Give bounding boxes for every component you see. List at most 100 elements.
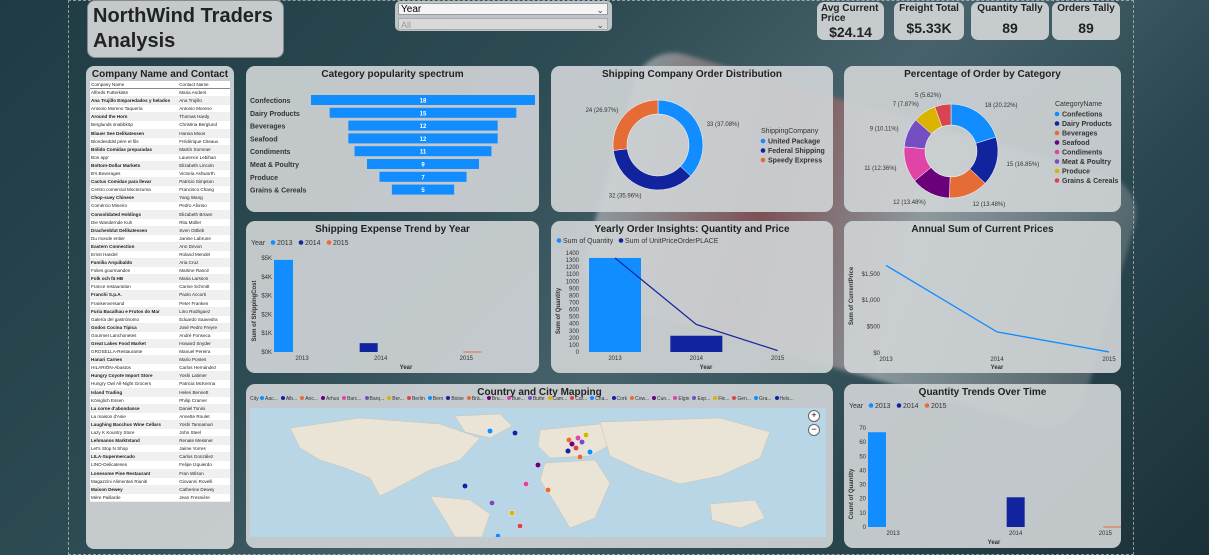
table-row[interactable]: LINO-Delicateses Felipe Izquierdo xyxy=(90,460,230,470)
map-legend-item[interactable]: Hels... xyxy=(774,396,794,402)
map-legend-item[interactable]: Ber... xyxy=(387,396,404,402)
table-row[interactable]: Lazy K Kountry Store John Steel xyxy=(90,428,230,438)
table-row[interactable]: Folies gourmandes Martine Rancé xyxy=(90,266,230,276)
year-value-dropdown[interactable]: All ⌄ xyxy=(398,18,608,30)
table-row[interactable]: Du monde entier Janine Labrune xyxy=(90,234,230,243)
map-legend-item[interactable]: Barc... xyxy=(342,396,362,402)
panel-pct-by-category[interactable]: Percentage of Order by Category 18 (20.2… xyxy=(844,66,1121,212)
table-row[interactable]: Chop-suey Chinese Yang Wang xyxy=(90,193,230,203)
table-row[interactable]: La corne d'abondance Daniel Tonini xyxy=(90,404,230,413)
table-row[interactable]: Hanari Carnes Mario Pontes xyxy=(90,355,230,365)
table-row[interactable]: Around the Horn Thomas Hardy xyxy=(90,112,230,122)
world-map[interactable]: + − xyxy=(250,408,826,537)
table-row[interactable]: Maison Dewey Catherine Dewey xyxy=(90,485,230,494)
table-row[interactable]: Hungry Owl All-Night Grocers Patricia McK… xyxy=(90,379,230,389)
table-row[interactable]: Mère Paillarde Jean Fresnière xyxy=(90,493,230,502)
table-row[interactable]: Magazzini Alimentari Riuniti Giovanni Rov… xyxy=(90,477,230,486)
map-legend-item[interactable]: Boise xyxy=(446,396,464,402)
map-legend-item[interactable]: Butte xyxy=(527,396,545,402)
table-row[interactable]: Consolidated Holdings Elizabeth Brown xyxy=(90,210,230,219)
table-row[interactable]: Berglunds snabbköp Christina Berglund xyxy=(90,120,230,130)
table-row[interactable]: Comércio Mineiro Pedro Afonso xyxy=(90,201,230,211)
table-row[interactable]: Franchi S.p.A. Paolo Accorti xyxy=(90,290,230,300)
map-legend-item[interactable]: Cun... xyxy=(652,396,670,402)
table-row[interactable]: Ana Trujillo Emparedados y helados Ana Tr… xyxy=(90,96,230,106)
table-row[interactable]: HILARIÓN-Abastos Carlos Hernández xyxy=(90,363,230,373)
map-legend-item[interactable]: Bern xyxy=(427,396,443,402)
table-row[interactable]: Bon app' Laurence Lebihan xyxy=(90,153,230,162)
table-row[interactable]: Bólido Comidas preparadas Martín Sommer xyxy=(90,145,230,154)
panel-shipping-distribution[interactable]: Shipping Company Order Distribution 33 (… xyxy=(551,66,833,212)
map-legend-item[interactable]: Cow... xyxy=(630,396,649,402)
table-row[interactable]: Great Lakes Food Market Howard Snyder xyxy=(90,339,230,349)
table-row[interactable]: Familia Arquibaldo Aria Cruz xyxy=(90,258,230,268)
table-row[interactable]: GROSELLA-Restaurante Manuel Pereira xyxy=(90,347,230,357)
table-row[interactable]: Eastern Connection Ann Devon xyxy=(90,242,230,251)
map-legend-item[interactable]: Cam... xyxy=(547,396,567,402)
table-row[interactable]: Island Trading Helen Bennett xyxy=(90,388,230,397)
table-row[interactable]: Cactus Comidas para llevar Patricio Simps… xyxy=(90,177,230,187)
table-row[interactable]: Lehmanns Marktstand Renate Messner xyxy=(90,436,230,446)
chevron-down-icon[interactable]: ⌄ xyxy=(596,4,604,16)
table-row[interactable]: Galería del gastrónomo Eduardo Saavedra xyxy=(90,315,230,324)
legend-item-label: Condiments xyxy=(1062,150,1103,157)
map-legend-item[interactable]: Bue... xyxy=(506,396,525,402)
zoom-in-icon[interactable]: + xyxy=(808,410,820,422)
map-legend-item[interactable]: Anc... xyxy=(300,396,318,402)
column-header-company[interactable]: Company Name xyxy=(90,81,179,90)
table-row[interactable]: Ernst Handel Roland Mendel xyxy=(90,250,230,260)
table-row[interactable]: Centro comercial Moctezuma Francisco Chan… xyxy=(90,185,230,195)
map-legend-item[interactable]: Elgin xyxy=(673,396,689,402)
table-row[interactable]: Antonio Moreno Taquería Antonio Moreno xyxy=(90,104,230,114)
column-header-contact[interactable]: Contact Name xyxy=(178,81,230,90)
panel-yearly-insights[interactable]: Yearly Order Insights: Quantity and Pric… xyxy=(551,221,833,373)
map-legend-item[interactable]: Brä... xyxy=(466,396,484,402)
map-legend-item[interactable]: Berlin xyxy=(406,396,425,402)
panel-category-popularity[interactable]: Category popularity spectrum Confections… xyxy=(246,66,539,212)
table-row[interactable]: Alfreds Futterkiste Maria Anders xyxy=(90,88,230,98)
table-row[interactable]: Drachenblut Delikatessen Sven Ottlieb xyxy=(90,226,230,235)
table-row[interactable]: Hungry Coyote Import Store Yoshi Latimer xyxy=(90,371,230,381)
year-slicer[interactable]: Year ⌄ All ⌄ xyxy=(395,1,612,31)
year-dropdown[interactable]: Year ⌄ xyxy=(398,3,608,15)
panel-shipping-expense[interactable]: Shipping Expense Trend by Year Year 2013 2… xyxy=(246,221,539,373)
map-legend-item[interactable]: Árhus xyxy=(321,396,339,402)
table-row[interactable]: Laughing Bacchus Wine Cellars Yoshi Tanna… xyxy=(90,420,230,430)
map-legend-item[interactable]: Gra... xyxy=(754,396,772,402)
company-contact-table[interactable]: Company Name and Contact Company Name Co… xyxy=(86,66,234,549)
map-legend-item[interactable]: Car... xyxy=(570,396,587,402)
map-legend-item[interactable]: Fle... xyxy=(713,396,729,402)
panel-annual-prices[interactable]: Annual Sum of Current Prices $0 $500 $1,00… xyxy=(844,221,1121,373)
map-legend-item[interactable]: Esp... xyxy=(692,396,710,402)
table-row[interactable]: France restauration Carine Schmitt xyxy=(90,282,230,292)
chevron-down-icon[interactable]: ⌄ xyxy=(596,19,604,31)
table-row[interactable]: B's Beverages Victoria Ashworth xyxy=(90,169,230,179)
table-row[interactable]: Frankenversand Peter Franken xyxy=(90,299,230,308)
table-row[interactable]: Blondesddsl père et fils Frédérique Citea… xyxy=(90,137,230,146)
table-row[interactable]: Godos Cocina Típica José Pedro Freyre xyxy=(90,323,230,332)
table-row[interactable]: Königlich Essen Philip Cramer xyxy=(90,396,230,405)
table-row[interactable]: Furia Bacalhau e Frutos do Mar Lino Rodri… xyxy=(90,307,230,316)
table-row[interactable]: La maison d'Asie Annette Roulet xyxy=(90,412,230,421)
map-legend-item[interactable]: Bru... xyxy=(486,396,504,402)
table-row[interactable]: Die Wandernde Kuh Rita Müller xyxy=(90,218,230,227)
panel-quantity-trends[interactable]: Quantity Trends Over Time Year 2013 2014 20… xyxy=(844,384,1121,548)
zoom-out-icon[interactable]: − xyxy=(808,424,820,436)
table-row[interactable]: LILA-Supermercado Carlos González xyxy=(90,452,230,462)
table-row[interactable]: Blauer See Delikatessen Hanna Moos xyxy=(90,129,230,138)
map-legend-item[interactable]: Aac... xyxy=(260,396,278,402)
map-legend-item[interactable]: Gen... xyxy=(732,396,751,402)
map-city-bubble xyxy=(461,482,469,490)
table-row[interactable]: Gourmet Lanchonetes André Fonseca xyxy=(90,331,230,341)
map-legend-item[interactable]: Cork xyxy=(611,396,627,402)
company-name-cell: Godos Cocina Típica xyxy=(90,323,179,332)
table-row[interactable]: Let's Stop N Shop Jaime Yorres xyxy=(90,444,230,454)
table-row[interactable]: Lonesome Pine Restaurant Fran Wilson xyxy=(90,469,230,478)
table-row[interactable]: Folk och fä HB Maria Larsson xyxy=(90,274,230,284)
map-legend-item[interactable]: Barq... xyxy=(364,396,384,402)
table-row[interactable]: Bottom-Dollar Markets Elizabeth Lincoln xyxy=(90,161,230,171)
map-legend-item[interactable]: Cha... xyxy=(590,396,609,402)
panel-country-map[interactable]: Country and City Mapping City Aac... Alb.… xyxy=(246,384,833,548)
map-legend-item[interactable]: Alb... xyxy=(280,396,297,402)
y-tick-label: 40 xyxy=(859,468,866,474)
